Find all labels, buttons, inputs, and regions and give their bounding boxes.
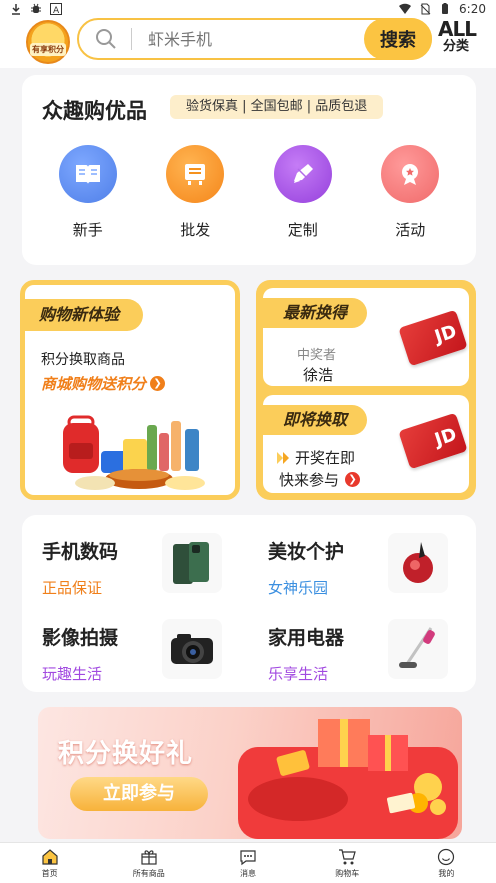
banner-title: 积分换好礼 xyxy=(58,739,194,769)
zq-label: 活动 xyxy=(395,221,426,239)
cart-icon xyxy=(339,848,356,864)
promo-tag: 购物新体验 xyxy=(25,299,144,331)
zq-label: 批发 xyxy=(180,221,211,239)
promo-subtitle: 积分换取商品 xyxy=(41,352,125,368)
home-icon xyxy=(41,848,58,865)
goods-illustration xyxy=(63,415,205,490)
latest-tag: 最新换得 xyxy=(263,298,368,328)
latest-winner-card[interactable]: 最新换得 中奖者 徐浩 JD xyxy=(263,288,469,386)
category-all-text: ALL xyxy=(438,17,477,41)
category-title: 家用电器 xyxy=(268,627,345,649)
arrow-right-icon: ❯ xyxy=(345,472,361,487)
search-bar[interactable]: 搜索 xyxy=(77,18,432,60)
app-logo[interactable]: 有享积分 xyxy=(26,20,70,64)
upcoming-card[interactable]: 即将换取 开奖在即 快来参与 ❯ JD xyxy=(263,395,469,493)
category-phone-digital[interactable]: 手机数码 正品保证 xyxy=(22,519,232,599)
gift-icon xyxy=(141,849,157,865)
promo-shopping-experience[interactable]: 购物新体验 积分换取商品 商城购物送积分 ❯ xyxy=(20,280,240,500)
zq-item-newbie[interactable]: 新手 xyxy=(43,145,133,240)
promo-lottery: 最新换得 中奖者 徐浩 JD 即将换取 开奖在即 快来参与 ❯ JD xyxy=(256,280,476,500)
category-title: 影像拍摄 xyxy=(42,627,119,649)
category-appliances[interactable]: 家用电器 乐享生活 xyxy=(248,605,458,685)
jd-card-icon: JD xyxy=(398,412,468,470)
tab-label: 首页 xyxy=(41,868,58,878)
zq-item-custom[interactable]: 定制 xyxy=(258,145,348,240)
vacuum-icon xyxy=(388,619,448,679)
book-icon xyxy=(58,145,117,203)
tab-all-products[interactable]: 所有商品 xyxy=(99,843,198,883)
category-title: 美妆个护 xyxy=(268,541,345,563)
category-beauty[interactable]: 美妆个护 女神乐园 xyxy=(248,519,458,599)
category-label: 分类 xyxy=(442,39,469,54)
category-button[interactable]: ALL 分类 xyxy=(438,17,477,54)
battery-icon xyxy=(442,3,449,14)
logo-text: 有享积分 xyxy=(30,42,66,56)
message-icon xyxy=(240,849,256,865)
promo-banner[interactable]: 积分换好礼 立即参与 xyxy=(38,707,462,839)
svg-text:A: A xyxy=(53,6,60,15)
zq-label: 定制 xyxy=(287,221,318,239)
winner-name: 徐浩 xyxy=(303,366,334,384)
bug-icon xyxy=(31,3,41,13)
jd-card-icon: JD xyxy=(398,309,468,367)
tab-label: 我的 xyxy=(438,868,455,878)
section-title: 众趣购优品 xyxy=(42,99,147,123)
arrow-right-icon: ❯ xyxy=(150,376,166,391)
promo-link-text: 商城购物送积分 xyxy=(41,375,147,393)
zq-item-activity[interactable]: 活动 xyxy=(365,145,455,240)
category-subtitle: 乐享生活 xyxy=(268,665,329,683)
join-now[interactable]: 快来参与 ❯ xyxy=(279,469,361,490)
zq-item-wholesale[interactable]: 批发 xyxy=(150,145,240,240)
tab-cart[interactable]: 购物车 xyxy=(298,843,397,883)
tab-label: 消息 xyxy=(240,868,256,878)
header: 有享积分 搜索 ALL 分类 xyxy=(0,18,496,68)
join-now-text: 快来参与 xyxy=(279,471,340,489)
medal-icon xyxy=(381,145,440,203)
bottom-tab-bar: 首页 所有商品 消息 购物车 我的 xyxy=(0,842,496,883)
tab-messages[interactable]: 消息 xyxy=(198,843,297,883)
category-subtitle: 女神乐园 xyxy=(268,579,329,597)
search-divider xyxy=(131,28,132,50)
pencil-icon xyxy=(273,145,332,203)
draw-soon-text: 开奖在即 xyxy=(295,449,356,467)
category-subtitle: 正品保证 xyxy=(42,579,103,597)
join-button[interactable]: 立即参与 xyxy=(70,777,208,811)
status-bar: A 6:20 xyxy=(0,0,496,18)
wifi-icon xyxy=(399,3,412,14)
tab-label: 购物车 xyxy=(335,868,360,878)
gift-illustration xyxy=(238,719,458,839)
search-icon xyxy=(96,29,116,49)
status-time: 6:20 xyxy=(459,2,486,16)
zhongqu-section: 众趣购优品 验货保真 | 全国包邮 | 品质包退 新手 批发 定制 活动 xyxy=(22,75,476,265)
phone-icon xyxy=(162,533,222,593)
camera-icon xyxy=(162,619,222,679)
double-chevron-icon xyxy=(277,451,289,464)
no-sim-icon xyxy=(420,3,431,15)
draw-soon: 开奖在即 xyxy=(275,447,355,468)
box-icon xyxy=(166,145,225,203)
category-title: 手机数码 xyxy=(42,541,119,563)
tab-home[interactable]: 首页 xyxy=(0,843,99,883)
lipstick-icon xyxy=(388,533,448,593)
tab-profile[interactable]: 我的 xyxy=(397,843,496,883)
winner-label: 中奖者 xyxy=(297,348,337,363)
promo-link[interactable]: 商城购物送积分 ❯ xyxy=(41,373,166,394)
tab-label: 所有商品 xyxy=(132,868,165,878)
category-grid: 手机数码 正品保证 美妆个护 女神乐园 影像拍摄 玩趣生活 家用电器 乐享生活 xyxy=(22,515,476,692)
guarantee-tag: 验货保真 | 全国包邮 | 品质包退 xyxy=(170,95,384,119)
a-icon: A xyxy=(50,3,62,15)
upcoming-tag: 即将换取 xyxy=(263,405,368,435)
zq-label: 新手 xyxy=(72,221,103,239)
search-button[interactable]: 搜索 xyxy=(364,18,432,60)
category-subtitle: 玩趣生活 xyxy=(42,665,103,683)
category-photography[interactable]: 影像拍摄 玩趣生活 xyxy=(22,605,232,685)
download-icon xyxy=(12,4,20,15)
profile-icon xyxy=(438,848,455,865)
